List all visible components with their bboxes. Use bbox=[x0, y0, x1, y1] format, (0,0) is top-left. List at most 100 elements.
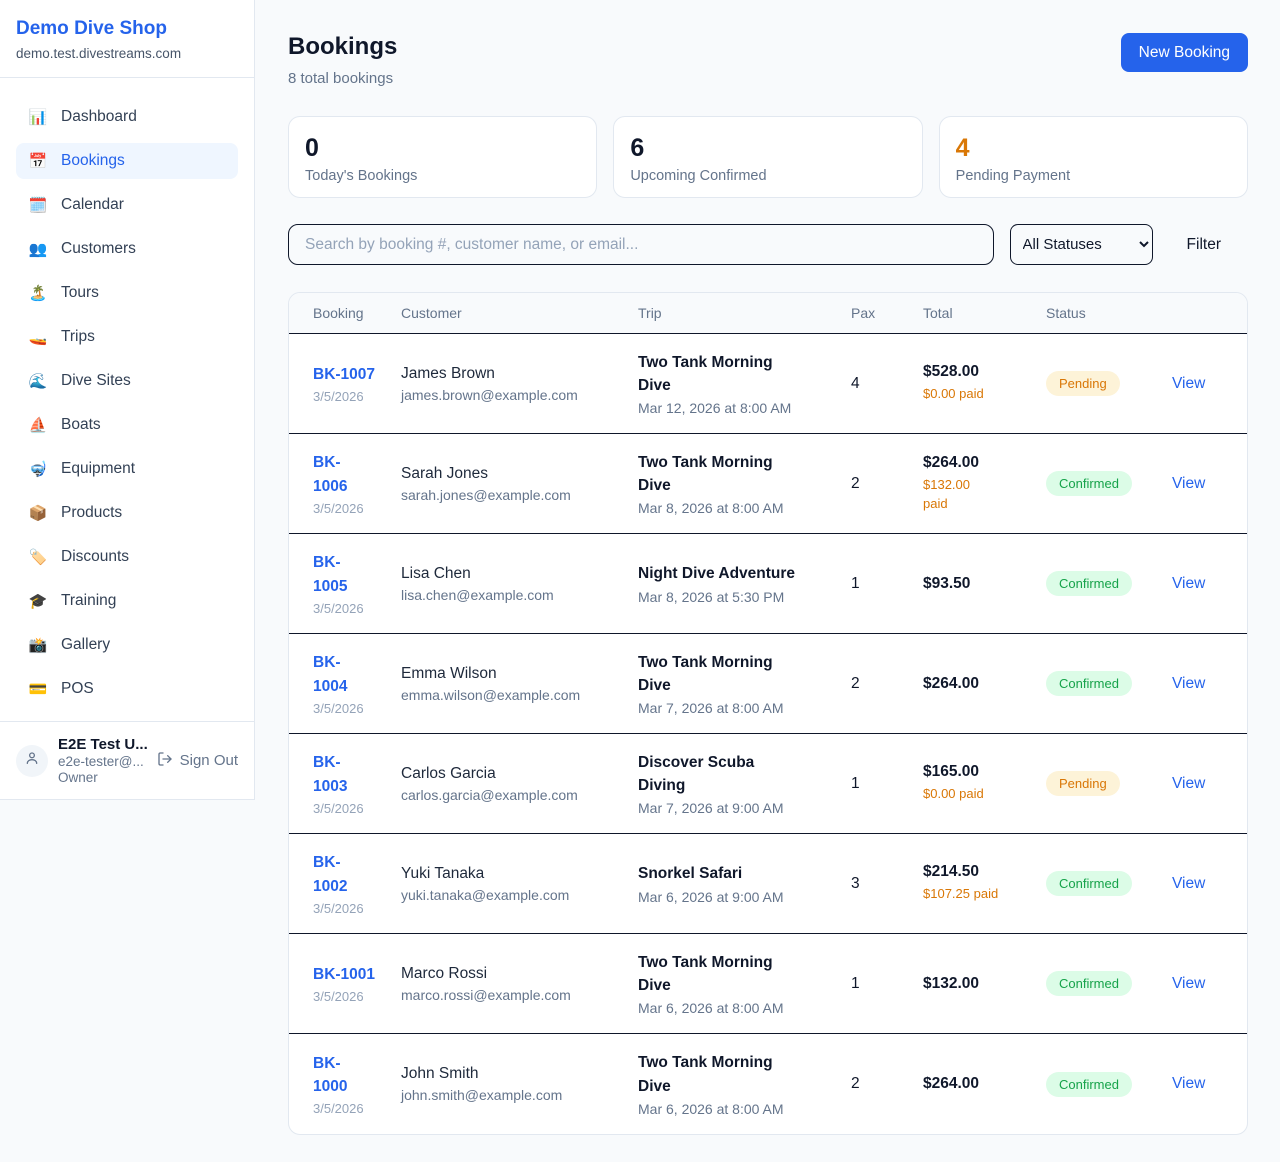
view-link[interactable]: View bbox=[1172, 475, 1205, 492]
sidebar-item-calendar[interactable]: 🗓️ Calendar bbox=[16, 187, 238, 223]
sidebar-item-label: POS bbox=[61, 680, 94, 698]
trip-datetime: Mar 7, 2026 at 8:00 AM bbox=[638, 700, 851, 716]
customer-email: emma.wilson@example.com bbox=[401, 687, 638, 703]
booking-id-link[interactable]: BK- 1000 bbox=[313, 1052, 347, 1099]
sidebar-item-label: Gallery bbox=[61, 636, 110, 654]
status-select[interactable]: All Statuses bbox=[1010, 224, 1153, 265]
customer-name: Marco Rossi bbox=[401, 965, 638, 983]
bookings-table: Booking Customer Trip Pax Total Status B… bbox=[288, 292, 1248, 1135]
trip-datetime: Mar 6, 2026 at 8:00 AM bbox=[638, 1000, 851, 1016]
sidebar-item-discounts[interactable]: 🏷️ Discounts bbox=[16, 539, 238, 575]
customer-email: john.smith@example.com bbox=[401, 1087, 638, 1103]
booking-id-link[interactable]: BK- 1005 bbox=[313, 551, 347, 598]
booking-id-link[interactable]: BK- 1002 bbox=[313, 851, 347, 898]
sidebar-item-customers[interactable]: 👥 Customers bbox=[16, 231, 238, 267]
equipment-icon: 🤿 bbox=[28, 460, 48, 478]
booking-id-link[interactable]: BK- 1003 bbox=[313, 751, 347, 798]
view-link[interactable]: View bbox=[1172, 375, 1205, 392]
booking-date: 3/5/2026 bbox=[313, 901, 401, 916]
table-row: BK-1001 3/5/2026 Marco Rossi marco.rossi… bbox=[289, 934, 1247, 1034]
customer-email: carlos.garcia@example.com bbox=[401, 787, 638, 803]
view-link[interactable]: View bbox=[1172, 775, 1205, 792]
sidebar-item-label: Trips bbox=[61, 328, 95, 346]
trip-datetime: Mar 6, 2026 at 9:00 AM bbox=[638, 889, 851, 905]
booking-date: 3/5/2026 bbox=[313, 501, 401, 516]
column-header-booking: Booking bbox=[289, 305, 401, 321]
pax-count: 2 bbox=[851, 475, 923, 493]
user-name: E2E Test U... bbox=[58, 736, 147, 753]
main-content: Bookings 8 total bookings New Booking 0 … bbox=[255, 0, 1280, 1135]
trip-name: Snorkel Safari bbox=[638, 862, 804, 885]
title-block: Bookings 8 total bookings bbox=[288, 33, 397, 87]
products-icon: 📦 bbox=[28, 504, 48, 522]
new-booking-button[interactable]: New Booking bbox=[1121, 33, 1248, 72]
table-row: BK- 1002 3/5/2026 Yuki Tanaka yuki.tanak… bbox=[289, 834, 1247, 934]
booking-date: 3/5/2026 bbox=[313, 701, 401, 716]
sign-out-button[interactable]: Sign Out bbox=[157, 751, 238, 771]
column-header-trip: Trip bbox=[638, 305, 851, 321]
total-amount: $528.00 bbox=[923, 363, 1046, 381]
search-input[interactable] bbox=[288, 224, 994, 265]
trip-datetime: Mar 6, 2026 at 8:00 AM bbox=[638, 1101, 851, 1117]
user-meta: E2E Test U... e2e-tester@... Owner bbox=[58, 736, 147, 785]
user-role: Owner bbox=[58, 770, 147, 785]
pax-count: 1 bbox=[851, 775, 923, 793]
booking-date: 3/5/2026 bbox=[313, 801, 401, 816]
customer-name: John Smith bbox=[401, 1065, 638, 1083]
view-link[interactable]: View bbox=[1172, 875, 1205, 892]
sidebar-item-dashboard[interactable]: 📊 Dashboard bbox=[16, 99, 238, 135]
sidebar-item-gallery[interactable]: 📸 Gallery bbox=[16, 627, 238, 663]
table-row: BK- 1000 3/5/2026 John Smith john.smith@… bbox=[289, 1034, 1247, 1134]
booking-id-link[interactable]: BK- 1004 bbox=[313, 651, 347, 698]
filter-button[interactable]: Filter bbox=[1169, 236, 1248, 254]
stat-card-pending-payment: 4 Pending Payment bbox=[939, 116, 1248, 198]
brand-block: Demo Dive Shop demo.test.divestreams.com bbox=[0, 0, 254, 78]
paid-amount: $132.00 paid bbox=[923, 476, 1003, 514]
status-badge: Pending bbox=[1046, 771, 1120, 796]
booking-date: 3/5/2026 bbox=[313, 389, 401, 404]
sidebar-item-bookings[interactable]: 📅 Bookings bbox=[16, 143, 238, 179]
page-title: Bookings bbox=[288, 33, 397, 61]
view-link[interactable]: View bbox=[1172, 575, 1205, 592]
booking-date: 3/5/2026 bbox=[313, 989, 401, 1004]
table-header: Booking Customer Trip Pax Total Status bbox=[289, 293, 1247, 334]
sidebar-item-boats[interactable]: ⛵ Boats bbox=[16, 407, 238, 443]
sidebar-item-label: Calendar bbox=[61, 196, 124, 214]
booking-id-link[interactable]: BK- 1006 bbox=[313, 451, 347, 498]
customer-email: lisa.chen@example.com bbox=[401, 587, 638, 603]
trip-datetime: Mar 7, 2026 at 9:00 AM bbox=[638, 800, 851, 816]
sidebar-item-pos[interactable]: 💳 POS bbox=[16, 671, 238, 707]
customer-name: James Brown bbox=[401, 365, 638, 383]
trip-name: Two Tank Morning Dive bbox=[638, 451, 804, 498]
sidebar-item-training[interactable]: 🎓 Training bbox=[16, 583, 238, 619]
booking-id-link[interactable]: BK-1001 bbox=[313, 963, 375, 986]
view-link[interactable]: View bbox=[1172, 675, 1205, 692]
customer-name: Yuki Tanaka bbox=[401, 865, 638, 883]
status-badge: Pending bbox=[1046, 371, 1120, 396]
trips-icon: 🚤 bbox=[28, 328, 48, 346]
sidebar: Demo Dive Shop demo.test.divestreams.com… bbox=[0, 0, 255, 800]
pax-count: 2 bbox=[851, 675, 923, 693]
sidebar-item-label: Customers bbox=[61, 240, 136, 258]
sidebar-item-dive-sites[interactable]: 🌊 Dive Sites bbox=[16, 363, 238, 399]
customer-name: Lisa Chen bbox=[401, 565, 638, 583]
trip-datetime: Mar 12, 2026 at 8:00 AM bbox=[638, 400, 851, 416]
view-link[interactable]: View bbox=[1172, 1075, 1205, 1092]
trip-name: Two Tank Morning Dive bbox=[638, 651, 804, 698]
sidebar-item-trips[interactable]: 🚤 Trips bbox=[16, 319, 238, 355]
stat-card-upcoming-confirmed: 6 Upcoming Confirmed bbox=[613, 116, 922, 198]
sidebar-item-equipment[interactable]: 🤿 Equipment bbox=[16, 451, 238, 487]
sidebar-item-label: Discounts bbox=[61, 548, 129, 566]
view-link[interactable]: View bbox=[1172, 975, 1205, 992]
stat-label: Pending Payment bbox=[956, 168, 1231, 184]
trip-name: Night Dive Adventure bbox=[638, 562, 804, 585]
total-amount: $93.50 bbox=[923, 575, 1046, 593]
booking-id-link[interactable]: BK-1007 bbox=[313, 363, 375, 386]
total-amount: $264.00 bbox=[923, 675, 1046, 693]
trip-datetime: Mar 8, 2026 at 8:00 AM bbox=[638, 500, 851, 516]
calendar-icon: 🗓️ bbox=[28, 196, 48, 214]
stat-card-todays-bookings: 0 Today's Bookings bbox=[288, 116, 597, 198]
sidebar-item-products[interactable]: 📦 Products bbox=[16, 495, 238, 531]
page-header: Bookings 8 total bookings New Booking bbox=[288, 33, 1248, 87]
sidebar-item-tours[interactable]: 🏝️ Tours bbox=[16, 275, 238, 311]
